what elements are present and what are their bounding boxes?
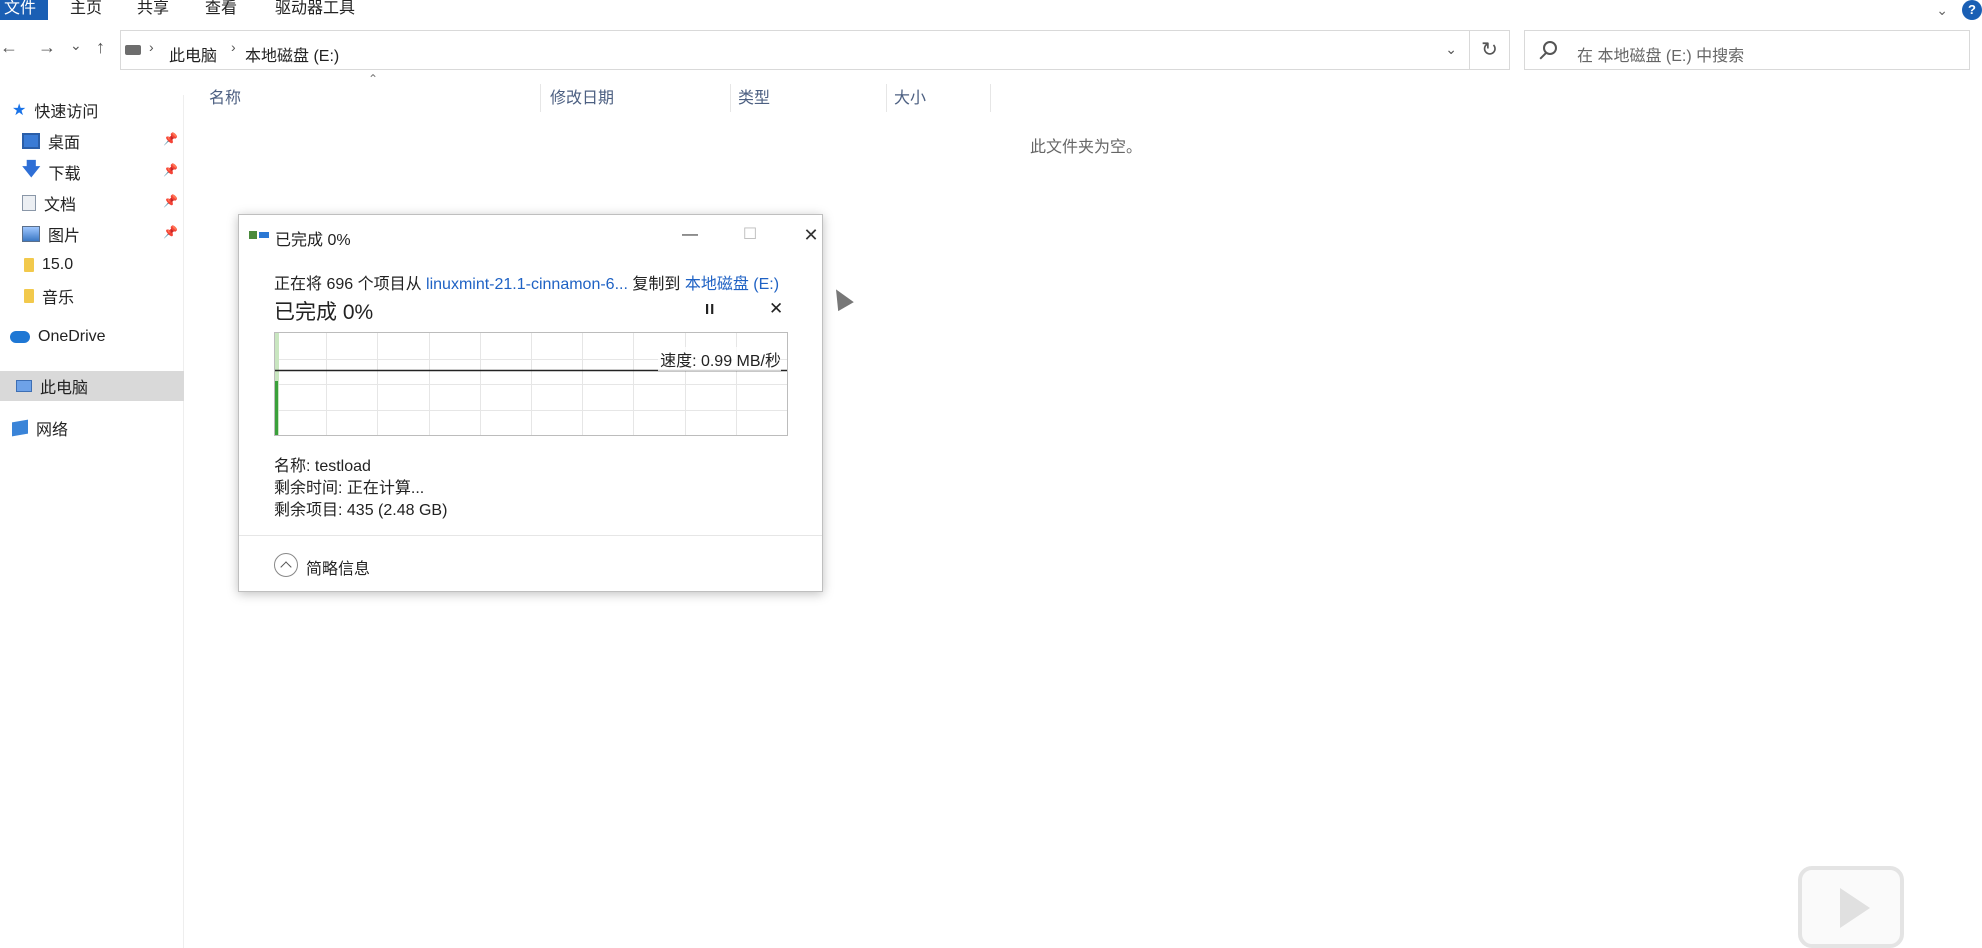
sidebar-item-quick-access[interactable]: ★ 快速访问 [0, 95, 184, 125]
column-headers: ⌃ 名称 修改日期 类型 大小 [200, 72, 1000, 112]
sidebar-item-label: 文档 [44, 197, 77, 214]
column-divider[interactable] [886, 84, 887, 112]
items-remaining-line: 剩余项目: 435 (2.48 GB) [274, 502, 448, 519]
forward-icon[interactable]: → [38, 37, 56, 58]
sort-up-icon: ⌃ [368, 72, 379, 86]
chevron-right-icon: › [231, 39, 236, 55]
copy-description: 正在将 696 个项目从 linuxmint-21.1-cinnamon-6..… [274, 270, 779, 294]
refresh-button[interactable]: ↻ [1470, 30, 1510, 70]
address-bar[interactable]: › 此电脑 › 本地磁盘 (E:) ⌄ [120, 30, 1470, 70]
destination-link[interactable]: 本地磁盘 (E:) [685, 276, 779, 293]
sidebar-item-label: 快速访问 [34, 104, 99, 121]
help-icon[interactable]: ? [1962, 0, 1982, 20]
minimize-button[interactable]: — [670, 223, 710, 247]
column-divider[interactable] [730, 84, 731, 112]
sidebar-item-label: 桌面 [48, 135, 81, 152]
search-input[interactable]: 在 本地磁盘 (E:) 中搜索 [1577, 42, 1744, 66]
percent-complete: 已完成 0% [274, 301, 374, 324]
maximize-button: ☐ [742, 226, 758, 243]
folder-icon [24, 289, 34, 303]
mouse-cursor [828, 284, 854, 312]
fewer-details-button[interactable]: 简略信息 [306, 555, 370, 579]
play-icon[interactable] [1798, 866, 1904, 948]
pin-icon[interactable]: 📌 [163, 225, 178, 239]
search-icon [1543, 41, 1557, 55]
up-icon[interactable]: ↑ [96, 37, 105, 58]
pc-icon [16, 380, 32, 392]
cancel-copy-button[interactable]: ✕ [769, 299, 783, 319]
sidebar-item-music[interactable]: 音乐 [0, 281, 184, 311]
column-size[interactable]: 大小 [894, 84, 926, 108]
empty-folder-message: 此文件夹为空。 [1030, 139, 1143, 156]
pin-icon[interactable]: 📌 [163, 163, 178, 177]
pause-button[interactable]: II [705, 301, 715, 318]
drive-icon [125, 45, 141, 55]
sidebar-item-label: 图片 [48, 228, 81, 245]
copy-icon [249, 231, 269, 241]
sidebar-item-this-pc[interactable]: 此电脑 [0, 371, 184, 401]
sidebar-item-documents[interactable]: 文档 📌 [0, 188, 184, 218]
sidebar-item-desktop[interactable]: 桌面 📌 [0, 126, 184, 156]
sidebar-item-network[interactable]: 网络 [0, 413, 184, 443]
breadcrumb-local-disk[interactable]: 本地磁盘 (E:) [245, 42, 339, 66]
search-box[interactable]: 在 本地磁盘 (E:) 中搜索 [1524, 30, 1970, 70]
sidebar-item-pictures[interactable]: 图片 📌 [0, 219, 184, 249]
tab-view[interactable]: 查看 [205, 0, 237, 20]
navigation-pane: ★ 快速访问 桌面 📌 🡇 下载 📌 文档 📌 图片 📌 15.0 音乐 One… [0, 95, 184, 948]
star-icon: ★ [12, 102, 27, 119]
desktop-icon [22, 133, 40, 149]
cloud-icon [10, 331, 30, 343]
column-divider[interactable] [990, 84, 991, 112]
navigation-bar: ← → ⌄ ↑ › 此电脑 › 本地磁盘 (E:) ⌄ ↻ 在 本地磁盘 (E:… [0, 28, 1982, 72]
sidebar-item-downloads[interactable]: 🡇 下载 📌 [0, 157, 184, 187]
chevron-down-icon[interactable]: ⌄ [1445, 41, 1457, 58]
pin-icon[interactable]: 📌 [163, 194, 178, 208]
column-name[interactable]: 名称 [209, 84, 241, 108]
recent-locations-icon[interactable]: ⌄ [70, 37, 82, 54]
ribbon-expand-icon[interactable]: ⌄ [1936, 2, 1948, 19]
chevron-right-icon: › [149, 39, 154, 55]
copy-prefix: 正在将 696 个项目从 [274, 276, 427, 293]
sidebar-item-label: OneDrive [38, 328, 106, 345]
copy-progress-dialog: 已完成 0% — ☐ ✕ 正在将 696 个项目从 linuxmint-21.1… [238, 214, 823, 592]
tab-share[interactable]: 共享 [137, 0, 169, 20]
ribbon: 文件 主页 共享 查看 驱动器工具 ⌄ ? [0, 0, 1982, 20]
pin-icon[interactable]: 📌 [163, 132, 178, 146]
sidebar-item-label: 音乐 [42, 290, 75, 307]
column-type[interactable]: 类型 [738, 84, 770, 108]
sidebar-item-15[interactable]: 15.0 [0, 250, 184, 280]
sidebar-item-label: 15.0 [42, 256, 74, 273]
column-date-modified[interactable]: 修改日期 [550, 84, 614, 108]
chevron-up-icon[interactable] [274, 553, 298, 577]
document-icon [22, 195, 36, 211]
tab-home[interactable]: 主页 [70, 0, 102, 20]
source-link[interactable]: linuxmint-21.1-cinnamon-6... [426, 276, 628, 293]
ribbon-controls: ⌄ ? [1936, 0, 1982, 20]
dialog-title: 已完成 0% [275, 232, 351, 249]
copy-mid: 复制到 [627, 276, 685, 293]
speed-sample-bar [275, 381, 278, 435]
network-icon [12, 419, 28, 437]
sidebar-item-label: 下载 [48, 166, 81, 183]
speed-readout: 速度: 0.99 MB/秒 [658, 347, 781, 371]
sidebar-item-label: 此电脑 [40, 380, 89, 397]
dialog-divider [239, 535, 822, 536]
close-button[interactable]: ✕ [791, 223, 831, 247]
column-divider[interactable] [540, 84, 541, 112]
time-remaining-line: 剩余时间: 正在计算... [274, 480, 425, 497]
folder-icon [24, 258, 34, 272]
download-icon: 🡇 [22, 159, 41, 179]
back-icon[interactable]: ← [0, 37, 18, 58]
speed-graph: 速度: 0.99 MB/秒 [274, 332, 788, 436]
sidebar-item-onedrive[interactable]: OneDrive [0, 322, 184, 352]
tab-file[interactable]: 文件 [0, 0, 49, 20]
file-name-line: 名称: testload [274, 458, 371, 475]
breadcrumb-this-pc[interactable]: 此电脑 [169, 42, 217, 66]
pictures-icon [22, 226, 40, 242]
tab-drive-tools[interactable]: 驱动器工具 [275, 0, 355, 20]
sidebar-item-label: 网络 [36, 422, 69, 439]
